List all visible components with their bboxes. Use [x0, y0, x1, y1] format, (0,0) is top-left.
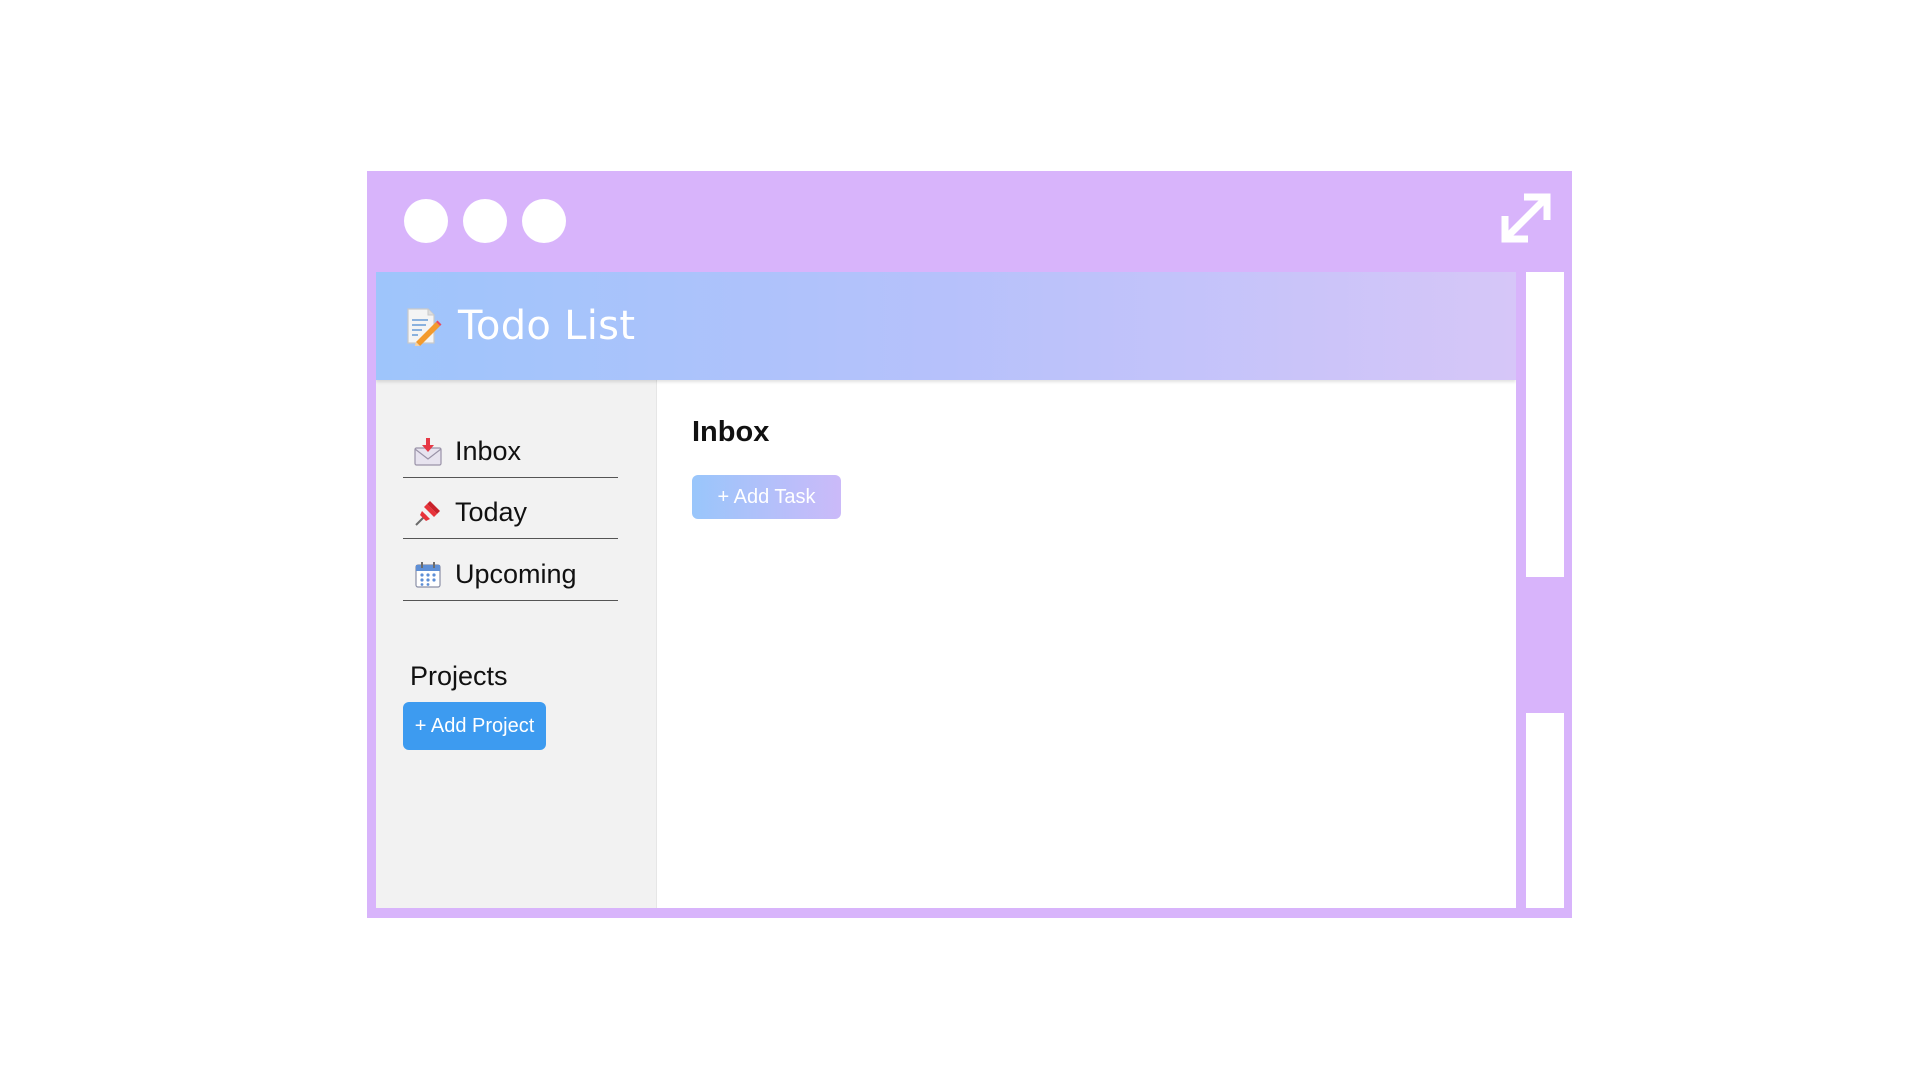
add-project-button[interactable]: + Add Project	[403, 702, 546, 750]
main-content: Inbox + Add Task	[658, 380, 1516, 908]
projects-heading: Projects	[410, 661, 508, 691]
window-control-dot[interactable]	[404, 199, 448, 243]
scrollbar[interactable]	[1519, 272, 1564, 908]
app-window: Todo List Inbox Today Upcoming Projects …	[367, 171, 1572, 918]
sidebar-item-upcoming[interactable]: Upcoming	[403, 549, 618, 601]
sidebar-item-today[interactable]: Today	[403, 487, 618, 539]
sidebar-item-label: Today	[455, 497, 528, 527]
memo-pencil-icon	[407, 308, 442, 346]
pushpin-icon	[415, 500, 440, 526]
calendar-icon	[415, 561, 441, 588]
sidebar-item-label: Inbox	[455, 436, 522, 466]
page-title: Inbox	[692, 416, 770, 448]
scrollbar-track-top[interactable]	[1526, 272, 1564, 577]
app-header: Todo List	[376, 272, 1516, 380]
app-title: Todo List	[458, 303, 636, 349]
expand-icon[interactable]	[1497, 189, 1555, 247]
scrollbar-track-bottom[interactable]	[1526, 713, 1564, 908]
inbox-tray-icon	[414, 437, 442, 466]
window-control-dot[interactable]	[522, 199, 566, 243]
window-control-dot[interactable]	[463, 199, 507, 243]
sidebar-item-label: Upcoming	[455, 559, 577, 589]
scrollbar-thumb[interactable]	[1526, 577, 1564, 713]
sidebar: Inbox Today Upcoming Projects + Add Proj…	[376, 380, 657, 908]
sidebar-item-inbox[interactable]: Inbox	[403, 426, 618, 478]
app-content: Todo List Inbox Today Upcoming Projects …	[376, 272, 1516, 908]
add-task-button[interactable]: + Add Task	[692, 475, 841, 519]
